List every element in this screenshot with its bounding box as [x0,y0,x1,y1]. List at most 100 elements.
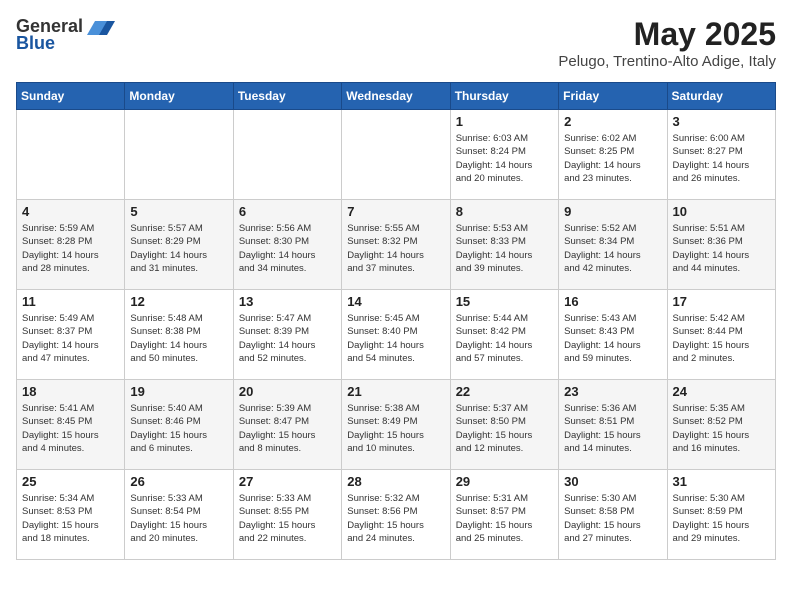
calendar-day-17: 17 Sunrise: 5:42 AM Sunset: 8:44 PM Dayli… [667,290,775,380]
day-number: 16 [564,294,661,309]
day-number: 10 [673,204,770,219]
day-number: 30 [564,474,661,489]
calendar-day-8: 8 Sunrise: 5:53 AM Sunset: 8:33 PM Daylig… [450,200,558,290]
empty-day [17,110,125,200]
day-number: 25 [22,474,119,489]
day-number: 12 [130,294,227,309]
day-info: Sunrise: 6:02 AM Sunset: 8:25 PM Dayligh… [564,132,661,185]
day-info: Sunrise: 5:51 AM Sunset: 8:36 PM Dayligh… [673,222,770,275]
day-info: Sunrise: 5:36 AM Sunset: 8:51 PM Dayligh… [564,402,661,455]
day-number: 31 [673,474,770,489]
calendar-day-25: 25 Sunrise: 5:34 AM Sunset: 8:53 PM Dayli… [17,470,125,560]
calendar-day-21: 21 Sunrise: 5:38 AM Sunset: 8:49 PM Dayli… [342,380,450,470]
day-info: Sunrise: 5:30 AM Sunset: 8:58 PM Dayligh… [564,492,661,545]
column-header-saturday: Saturday [667,83,775,110]
day-number: 24 [673,384,770,399]
empty-day [233,110,341,200]
day-number: 22 [456,384,553,399]
day-number: 20 [239,384,336,399]
day-info: Sunrise: 5:35 AM Sunset: 8:52 PM Dayligh… [673,402,770,455]
logo-icon [87,17,115,37]
column-header-friday: Friday [559,83,667,110]
day-number: 17 [673,294,770,309]
day-number: 14 [347,294,444,309]
calendar-day-29: 29 Sunrise: 5:31 AM Sunset: 8:57 PM Dayli… [450,470,558,560]
day-info: Sunrise: 5:42 AM Sunset: 8:44 PM Dayligh… [673,312,770,365]
day-number: 11 [22,294,119,309]
calendar-day-9: 9 Sunrise: 5:52 AM Sunset: 8:34 PM Daylig… [559,200,667,290]
calendar-week-3: 11 Sunrise: 5:49 AM Sunset: 8:37 PM Dayli… [17,290,776,380]
calendar-day-30: 30 Sunrise: 5:30 AM Sunset: 8:58 PM Dayli… [559,470,667,560]
calendar-week-1: 1 Sunrise: 6:03 AM Sunset: 8:24 PM Daylig… [17,110,776,200]
day-info: Sunrise: 5:43 AM Sunset: 8:43 PM Dayligh… [564,312,661,365]
day-number: 27 [239,474,336,489]
day-number: 23 [564,384,661,399]
day-info: Sunrise: 5:31 AM Sunset: 8:57 PM Dayligh… [456,492,553,545]
calendar-day-1: 1 Sunrise: 6:03 AM Sunset: 8:24 PM Daylig… [450,110,558,200]
calendar-day-18: 18Sunrise: 5:41 AM Sunset: 8:45 PM Dayli… [17,380,125,470]
calendar-day-5: 5 Sunrise: 5:57 AM Sunset: 8:29 PM Daylig… [125,200,233,290]
calendar-day-13: 13Sunrise: 5:47 AM Sunset: 8:39 PM Dayli… [233,290,341,380]
calendar-day-4: 4 Sunrise: 5:59 AM Sunset: 8:28 PM Daylig… [17,200,125,290]
day-info: Sunrise: 5:53 AM Sunset: 8:33 PM Dayligh… [456,222,553,275]
day-number: 5 [130,204,227,219]
day-number: 9 [564,204,661,219]
day-info: Sunrise: 5:49 AM Sunset: 8:37 PM Dayligh… [22,312,119,365]
day-number: 7 [347,204,444,219]
day-info: Sunrise: 5:55 AM Sunset: 8:32 PM Dayligh… [347,222,444,275]
calendar-day-11: 11 Sunrise: 5:49 AM Sunset: 8:37 PM Dayli… [17,290,125,380]
day-number: 21 [347,384,444,399]
day-number: 6 [239,204,336,219]
calendar-day-6: 6 Sunrise: 5:56 AM Sunset: 8:30 PM Daylig… [233,200,341,290]
logo-blue-text: Blue [16,33,55,54]
column-header-wednesday: Wednesday [342,83,450,110]
calendar-day-7: 7 Sunrise: 5:55 AM Sunset: 8:32 PM Daylig… [342,200,450,290]
day-info: Sunrise: 5:59 AM Sunset: 8:28 PM Dayligh… [22,222,119,275]
calendar-day-16: 16 Sunrise: 5:43 AM Sunset: 8:43 PM Dayli… [559,290,667,380]
day-number: 13 [239,294,336,309]
calendar-day-26: 26 Sunrise: 5:33 AM Sunset: 8:54 PM Dayli… [125,470,233,560]
day-number: 4 [22,204,119,219]
day-number: 15 [456,294,553,309]
day-info: Sunrise: 5:45 AM Sunset: 8:40 PM Dayligh… [347,312,444,365]
day-number: 8 [456,204,553,219]
day-info: Sunrise: 5:33 AM Sunset: 8:54 PM Dayligh… [130,492,227,545]
calendar-day-10: 10 Sunrise: 5:51 AM Sunset: 8:36 PM Dayli… [667,200,775,290]
calendar-week-2: 4 Sunrise: 5:59 AM Sunset: 8:28 PM Daylig… [17,200,776,290]
day-info: Sunrise: 5:30 AM Sunset: 8:59 PM Dayligh… [673,492,770,545]
column-header-monday: Monday [125,83,233,110]
day-number: 26 [130,474,227,489]
day-number: 3 [673,114,770,129]
location-title: Pelugo, Trentino-Alto Adige, Italy [558,53,776,70]
calendar-day-22: 22Sunrise: 5:37 AM Sunset: 8:50 PM Dayli… [450,380,558,470]
empty-day [125,110,233,200]
day-info: Sunrise: 5:57 AM Sunset: 8:29 PM Dayligh… [130,222,227,275]
day-info: Sunrise: 5:44 AM Sunset: 8:42 PM Dayligh… [456,312,553,365]
calendar-day-31: 31 Sunrise: 5:30 AM Sunset: 8:59 PM Dayli… [667,470,775,560]
day-info: Sunrise: 5:56 AM Sunset: 8:30 PM Dayligh… [239,222,336,275]
calendar-day-2: 2Sunrise: 6:02 AM Sunset: 8:25 PM Daylig… [559,110,667,200]
day-info: Sunrise: 6:00 AM Sunset: 8:27 PM Dayligh… [673,132,770,185]
day-number: 1 [456,114,553,129]
day-info: Sunrise: 6:03 AM Sunset: 8:24 PM Dayligh… [456,132,553,185]
calendar-day-15: 15 Sunrise: 5:44 AM Sunset: 8:42 PM Dayli… [450,290,558,380]
day-number: 28 [347,474,444,489]
calendar-day-23: 23 Sunrise: 5:36 AM Sunset: 8:51 PM Dayli… [559,380,667,470]
calendar-day-28: 28Sunrise: 5:32 AM Sunset: 8:56 PM Dayli… [342,470,450,560]
calendar-day-19: 19Sunrise: 5:40 AM Sunset: 8:46 PM Dayli… [125,380,233,470]
day-number: 29 [456,474,553,489]
calendar-table: SundayMondayTuesdayWednesdayThursdayFrid… [16,82,776,560]
day-info: Sunrise: 5:33 AM Sunset: 8:55 PM Dayligh… [239,492,336,545]
day-info: Sunrise: 5:52 AM Sunset: 8:34 PM Dayligh… [564,222,661,275]
empty-day [342,110,450,200]
calendar-header-row: SundayMondayTuesdayWednesdayThursdayFrid… [17,83,776,110]
calendar-week-5: 25 Sunrise: 5:34 AM Sunset: 8:53 PM Dayli… [17,470,776,560]
day-info: Sunrise: 5:34 AM Sunset: 8:53 PM Dayligh… [22,492,119,545]
day-info: Sunrise: 5:38 AM Sunset: 8:49 PM Dayligh… [347,402,444,455]
calendar-day-24: 24 Sunrise: 5:35 AM Sunset: 8:52 PM Dayli… [667,380,775,470]
title-area: May 2025 Pelugo, Trentino-Alto Adige, It… [558,16,776,70]
calendar-day-14: 14 Sunrise: 5:45 AM Sunset: 8:40 PM Dayli… [342,290,450,380]
calendar-day-3: 3 Sunrise: 6:00 AM Sunset: 8:27 PM Daylig… [667,110,775,200]
month-title: May 2025 [558,16,776,53]
column-header-tuesday: Tuesday [233,83,341,110]
